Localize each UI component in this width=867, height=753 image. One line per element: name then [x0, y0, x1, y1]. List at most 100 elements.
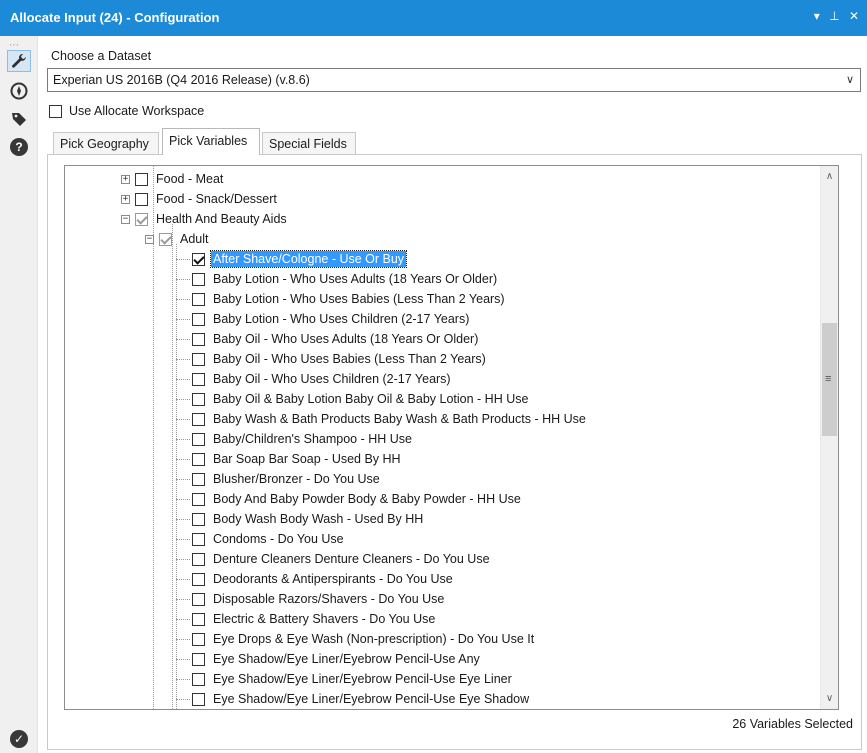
compass-icon: [10, 82, 28, 100]
scrollbar-thumb[interactable]: ≡: [822, 323, 837, 436]
tree-item[interactable]: Deodorants & Antiperspirants - Do You Us…: [192, 569, 455, 589]
dropdown-arrow-icon[interactable]: ▾: [814, 9, 820, 23]
tree-item[interactable]: Eye Drops & Eye Wash (Non-prescription) …: [192, 629, 536, 649]
tree-item[interactable]: Denture Cleaners Denture Cleaners - Do Y…: [192, 549, 492, 569]
tree-guide-line: [176, 399, 190, 400]
collapse-icon[interactable]: −: [145, 234, 154, 244]
tree-checkbox[interactable]: [192, 492, 205, 506]
tree-checkbox[interactable]: [192, 612, 205, 626]
tree-item[interactable]: Baby Lotion - Who Uses Adults (18 Years …: [192, 269, 499, 289]
tree-node-health-and-beauty-aids[interactable]: − Health And Beauty Aids: [121, 209, 289, 229]
tree-node-adult[interactable]: − Adult: [145, 229, 211, 249]
tree-checkbox[interactable]: [192, 672, 205, 686]
tree-item[interactable]: Baby Wash & Bath Products Baby Wash & Ba…: [192, 409, 588, 429]
tree-item[interactable]: Eye Shadow/Eye Liner/Eyebrow Pencil-Use …: [192, 689, 531, 709]
expand-icon[interactable]: +: [121, 194, 130, 204]
tree-guide-line: [176, 279, 190, 280]
tree-node-food-snack-dessert[interactable]: + Food - Snack/Dessert: [121, 189, 279, 209]
tree-item-label: Eye Shadow/Eye Liner/Eyebrow Pencil-Use …: [213, 692, 530, 706]
variables-tree[interactable]: + Food - Meat + Food - Snack/Dessert − H…: [64, 165, 839, 710]
done-button[interactable]: ✓: [7, 728, 31, 750]
tree-checkbox[interactable]: [192, 332, 205, 346]
tree-checkbox[interactable]: [192, 572, 205, 586]
tree-checkbox[interactable]: [135, 192, 148, 206]
tree-checkbox[interactable]: [159, 232, 172, 246]
tree-item[interactable]: Electric & Battery Shavers - Do You Use: [192, 609, 437, 629]
tree-checkbox[interactable]: [192, 312, 205, 326]
tree-item[interactable]: Body And Baby Powder Body & Baby Powder …: [192, 489, 523, 509]
tree-guide-line: [176, 559, 190, 560]
tree-item[interactable]: Baby Lotion - Who Uses Children (2-17 Ye…: [192, 309, 471, 329]
tree-item-label: Eye Drops & Eye Wash (Non-prescription) …: [213, 632, 535, 646]
tree-checkbox[interactable]: [192, 692, 205, 706]
allocate-workspace-label: Use Allocate Workspace: [69, 104, 205, 118]
configuration-button[interactable]: [7, 50, 31, 72]
tree-item[interactable]: Bar Soap Bar Soap - Used By HH: [192, 449, 403, 469]
close-icon[interactable]: ✕: [849, 9, 859, 23]
tree-checkbox[interactable]: [192, 252, 205, 266]
tree-item[interactable]: Baby Oil - Who Uses Adults (18 Years Or …: [192, 329, 480, 349]
tree-guide-line: [176, 639, 190, 640]
dataset-select[interactable]: Experian US 2016B (Q4 2016 Release) (v.8…: [47, 68, 861, 92]
tree-guide-line: [176, 439, 190, 440]
tree-item-label: Disposable Razors/Shavers - Do You Use: [213, 592, 445, 606]
expand-icon[interactable]: +: [121, 174, 130, 184]
allocate-workspace-checkbox[interactable]: [49, 104, 62, 118]
tree-item[interactable]: Eye Shadow/Eye Liner/Eyebrow Pencil-Use …: [192, 649, 482, 669]
tree-item-label: Body And Baby Powder Body & Baby Powder …: [213, 492, 521, 506]
grip-icon: ≡: [825, 373, 832, 385]
tree-scrollbar[interactable]: ∧ ≡ ∨: [820, 166, 838, 709]
tree-checkbox[interactable]: [192, 652, 205, 666]
tree-checkbox[interactable]: [192, 352, 205, 366]
tree-item[interactable]: Disposable Razors/Shavers - Do You Use: [192, 589, 446, 609]
tree-checkbox[interactable]: [192, 432, 205, 446]
tree-checkbox[interactable]: [192, 532, 205, 546]
selection-count-status: 26 Variables Selected: [732, 717, 853, 731]
tree-checkbox[interactable]: [192, 632, 205, 646]
tree-node-label: Adult: [180, 232, 209, 246]
tree-checkbox[interactable]: [135, 212, 148, 226]
tab-pick-geography[interactable]: Pick Geography: [53, 132, 159, 154]
tree-guide-line: [176, 319, 190, 320]
help-button[interactable]: ?: [7, 136, 31, 158]
tree-checkbox[interactable]: [192, 292, 205, 306]
tree-item[interactable]: Condoms - Do You Use: [192, 529, 346, 549]
scroll-up-icon[interactable]: ∧: [821, 168, 838, 185]
layout-button[interactable]: [7, 80, 31, 102]
tree-checkbox[interactable]: [192, 412, 205, 426]
tree-item-label: Deodorants & Antiperspirants - Do You Us…: [213, 572, 453, 586]
tree-checkbox[interactable]: [192, 512, 205, 526]
tree-item-label: Baby Lotion - Who Uses Adults (18 Years …: [213, 272, 498, 286]
tree-checkbox[interactable]: [192, 472, 205, 486]
tree-checkbox[interactable]: [192, 552, 205, 566]
pin-icon[interactable]: ⊥: [829, 9, 839, 23]
tree-item-label: Baby Oil - Who Uses Adults (18 Years Or …: [213, 332, 479, 346]
tree-item[interactable]: Body Wash Body Wash - Used By HH: [192, 509, 425, 529]
tab-pick-variables[interactable]: Pick Variables: [162, 128, 260, 155]
tree-item[interactable]: After Shave/Cologne - Use Or Buy: [192, 249, 408, 269]
tree-checkbox[interactable]: [192, 452, 205, 466]
collapse-icon[interactable]: −: [121, 214, 130, 224]
tree-item[interactable]: Baby Oil - Who Uses Children (2-17 Years…: [192, 369, 453, 389]
tool-rail: ⋯ ? ✓: [0, 36, 38, 753]
tree-checkbox[interactable]: [135, 172, 148, 186]
scroll-down-icon[interactable]: ∨: [821, 690, 838, 707]
window-controls: ▾ ⊥ ✕: [808, 9, 859, 23]
tree-item-label: Baby/Children's Shampoo - HH Use: [213, 432, 412, 446]
tree-checkbox[interactable]: [192, 272, 205, 286]
tree-item[interactable]: Baby Oil & Baby Lotion Baby Oil & Baby L…: [192, 389, 530, 409]
tab-special-fields[interactable]: Special Fields: [262, 132, 356, 154]
tree-item[interactable]: Baby Oil - Who Uses Babies (Less Than 2 …: [192, 349, 488, 369]
tree-item[interactable]: Baby Lotion - Who Uses Babies (Less Than…: [192, 289, 507, 309]
tree-item[interactable]: Baby/Children's Shampoo - HH Use: [192, 429, 414, 449]
annotation-button[interactable]: [7, 108, 31, 130]
tree-item-label: After Shave/Cologne - Use Or Buy: [209, 250, 408, 268]
wrench-icon: [12, 54, 26, 68]
tree-checkbox[interactable]: [192, 392, 205, 406]
tree-item[interactable]: Blusher/Bronzer - Do You Use: [192, 469, 382, 489]
allocate-workspace-option[interactable]: Use Allocate Workspace: [49, 104, 204, 118]
tree-checkbox[interactable]: [192, 372, 205, 386]
tree-node-food-meat[interactable]: + Food - Meat: [121, 169, 225, 189]
tree-checkbox[interactable]: [192, 592, 205, 606]
tree-item[interactable]: Eye Shadow/Eye Liner/Eyebrow Pencil-Use …: [192, 669, 514, 689]
